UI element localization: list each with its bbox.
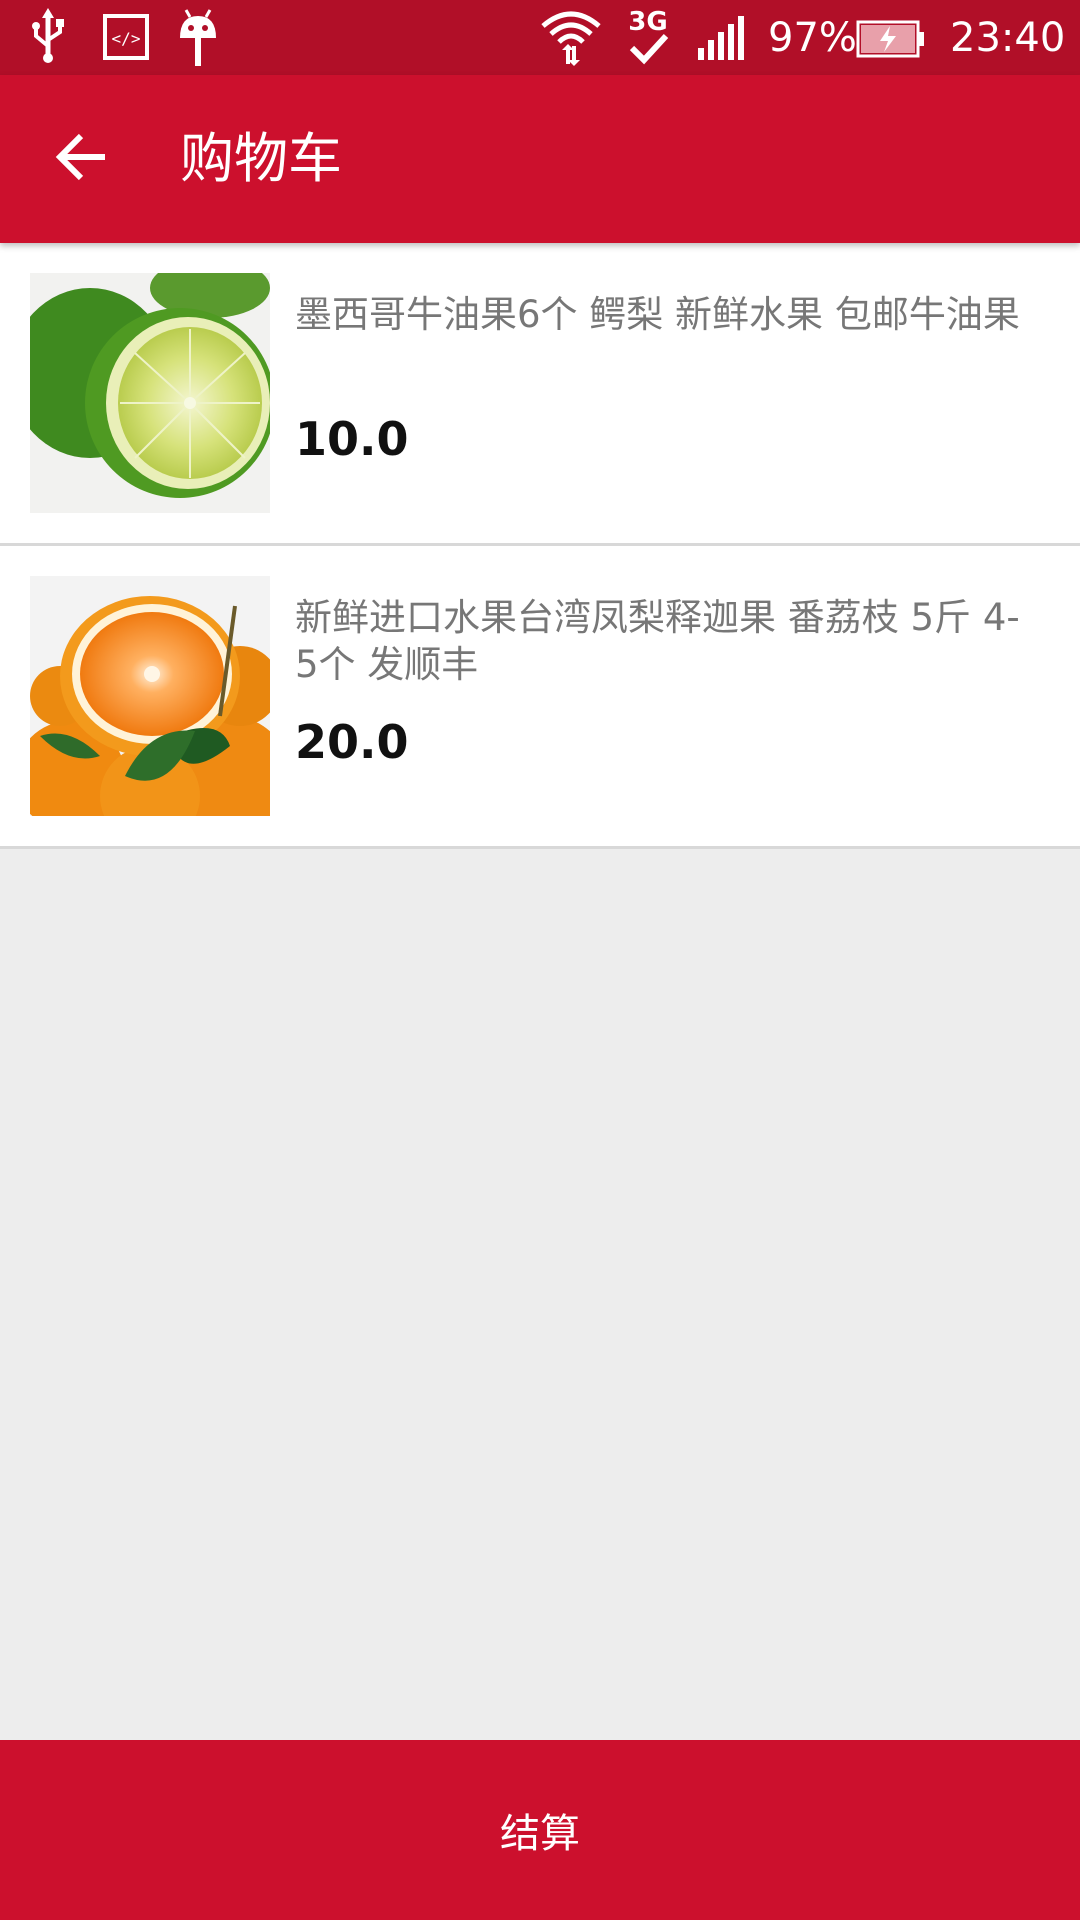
- page-title: 购物车: [180, 127, 342, 190]
- battery-charging-icon: [856, 20, 926, 62]
- developer-code-icon: </>: [103, 14, 149, 64]
- svg-text:3G: 3G: [628, 7, 667, 37]
- network-3g-icon: 3G: [626, 6, 672, 72]
- status-bar: </> 3G 97% 23:40: [0, 0, 1080, 75]
- clock: 23:40: [950, 15, 1066, 61]
- svg-text:</>: </>: [112, 29, 141, 48]
- item-price: 20.0: [295, 715, 409, 769]
- android-icon: [176, 8, 220, 72]
- battery-percent: 97%: [768, 15, 857, 61]
- cart-list: 墨西哥牛油果6个 鳄梨 新鲜水果 包邮牛油果 10.0 新鲜进口水果台湾凤梨释迦…: [0, 243, 1080, 849]
- wifi-icon: [540, 8, 602, 72]
- app-bar: 购物车: [0, 75, 1080, 243]
- arrow-back-icon: [55, 132, 109, 186]
- item-name: 墨西哥牛油果6个 鳄梨 新鲜水果 包邮牛油果: [295, 293, 1020, 336]
- item-name: 新鲜进口水果台湾凤梨释迦果 番荔枝 5斤 4-5个 发顺丰: [295, 596, 1020, 686]
- back-button[interactable]: [40, 117, 124, 201]
- cart-item[interactable]: 墨西哥牛油果6个 鳄梨 新鲜水果 包邮牛油果 10.0: [0, 243, 1080, 546]
- checkout-button[interactable]: 结算: [0, 1740, 1080, 1920]
- cart-item[interactable]: 新鲜进口水果台湾凤梨释迦果 番荔枝 5斤 4-5个 发顺丰 20.0: [0, 546, 1080, 849]
- orange-image: [30, 576, 270, 816]
- signal-icon: [698, 16, 752, 64]
- item-price: 10.0: [295, 412, 409, 466]
- lime-image: [30, 273, 270, 513]
- usb-icon: [28, 8, 68, 70]
